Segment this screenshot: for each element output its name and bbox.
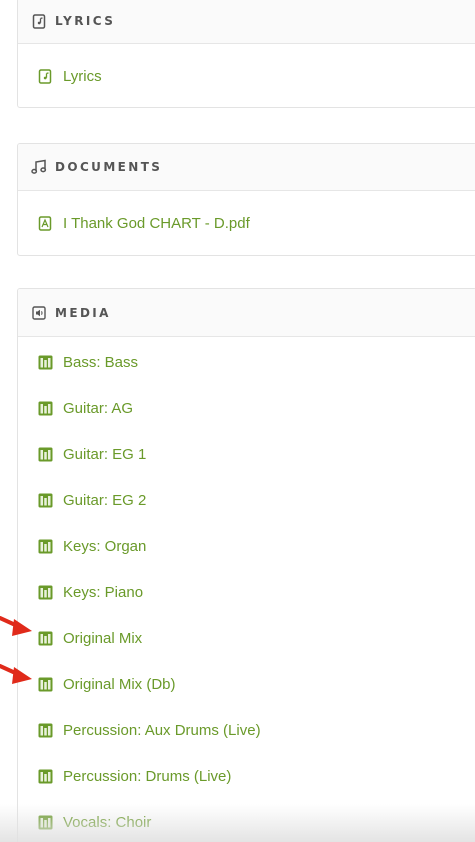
audio-grid-icon — [37, 722, 53, 738]
media-item-label: Keys: Piano — [63, 583, 144, 601]
media-item[interactable]: Original Mix (Db) — [18, 661, 475, 707]
document-item[interactable]: I Thank God CHART - D.pdf — [18, 191, 475, 255]
media-item[interactable]: Guitar: EG 1 — [18, 431, 475, 477]
lyrics-panel-header: LYRICS — [18, 0, 475, 44]
document-item-label: I Thank God CHART - D.pdf — [63, 214, 250, 232]
pdf-file-icon — [37, 215, 53, 231]
media-item[interactable]: Percussion: Aux Drums (Live) — [18, 707, 475, 753]
audio-grid-icon — [37, 492, 53, 508]
audio-grid-icon — [37, 768, 53, 784]
documents-title: DOCUMENTS — [55, 160, 163, 174]
media-item[interactable]: Bass: Bass — [18, 339, 475, 385]
audio-grid-icon — [37, 630, 53, 646]
documents-panel-header: DOCUMENTS — [18, 144, 475, 191]
media-item[interactable]: Original Mix — [18, 615, 475, 661]
audio-grid-icon — [37, 354, 53, 370]
media-item-label: Keys: Organ — [63, 537, 147, 555]
media-item[interactable]: Vocals: Choir — [18, 799, 475, 842]
audio-grid-icon — [37, 400, 53, 416]
audio-grid-icon — [37, 676, 53, 692]
media-item-label: Guitar: AG — [63, 399, 134, 417]
documents-panel: DOCUMENTS I Thank God CHART - D.pdf — [17, 143, 475, 256]
lyrics-item-label: Lyrics — [63, 67, 102, 85]
media-item-label: Original Mix (Db) — [63, 675, 176, 693]
audio-grid-icon — [37, 584, 53, 600]
media-title: MEDIA — [55, 305, 111, 320]
audio-grid-icon — [37, 538, 53, 554]
lyrics-file-icon — [37, 68, 53, 84]
lyrics-panel: LYRICS Lyrics — [17, 0, 475, 108]
media-list: Bass: Bass Guitar: AG Guitar: EG 1 Guita… — [18, 337, 475, 842]
audio-grid-icon — [37, 446, 53, 462]
media-item-label: Guitar: EG 1 — [63, 445, 147, 463]
media-item-label: Vocals: Choir — [63, 813, 152, 831]
lyrics-item[interactable]: Lyrics — [18, 44, 475, 107]
media-panel-header: MEDIA — [18, 289, 475, 337]
media-item-label: Percussion: Aux Drums (Live) — [63, 721, 261, 739]
music-note-icon — [31, 159, 47, 175]
media-item-label: Bass: Bass — [63, 353, 139, 371]
page: LYRICS Lyrics DOCUMENTS I Thank God CHAR… — [0, 0, 475, 842]
media-item-label: Percussion: Drums (Live) — [63, 767, 232, 785]
media-item[interactable]: Guitar: EG 2 — [18, 477, 475, 523]
media-panel: MEDIA Bass: Bass Guitar: AG Guitar: EG 1… — [17, 288, 475, 842]
media-item-label: Guitar: EG 2 — [63, 491, 147, 509]
lyrics-title: LYRICS — [55, 14, 116, 28]
lyrics-file-icon — [31, 13, 47, 29]
speaker-icon — [31, 305, 47, 321]
media-item[interactable]: Keys: Organ — [18, 523, 475, 569]
media-item[interactable]: Guitar: AG — [18, 385, 475, 431]
media-item[interactable]: Percussion: Drums (Live) — [18, 753, 475, 799]
media-item-label: Original Mix — [63, 629, 143, 647]
audio-grid-icon — [37, 814, 53, 830]
media-item[interactable]: Keys: Piano — [18, 569, 475, 615]
